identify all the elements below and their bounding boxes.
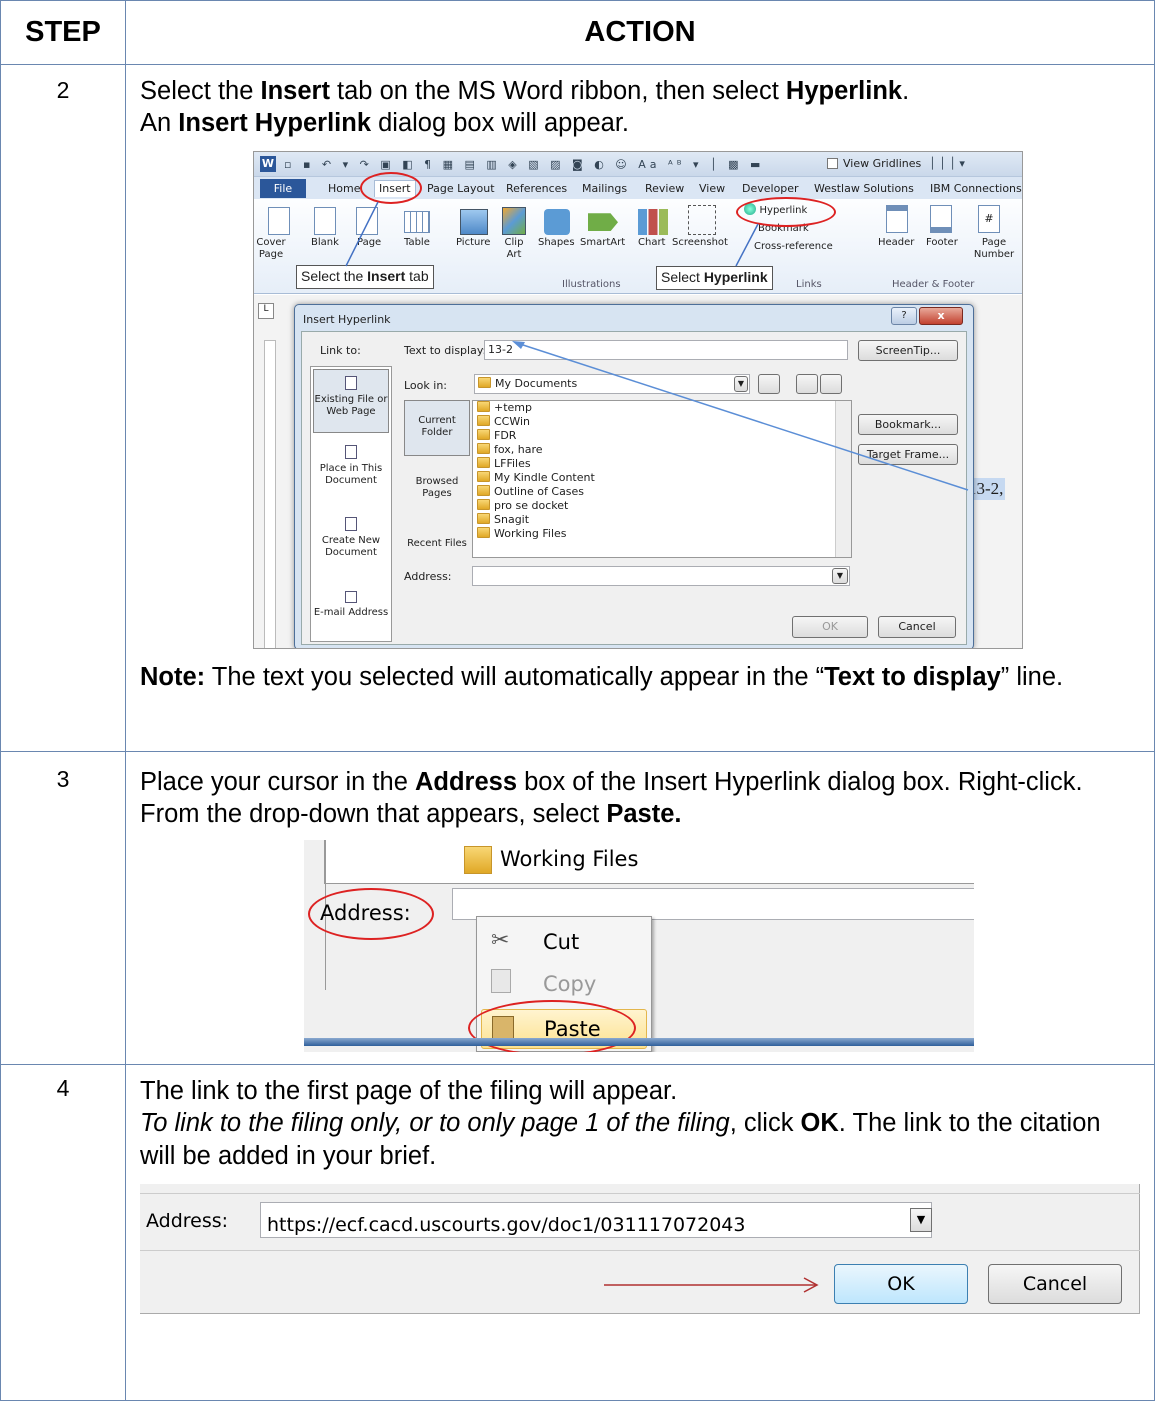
cancel-button[interactable]: Cancel xyxy=(988,1263,1122,1304)
instruction-table: STEP ACTION 2 Select the Insert tab on t… xyxy=(0,0,1155,1401)
header-step: STEP xyxy=(0,0,126,65)
dialog-bottom-bar xyxy=(304,1038,974,1047)
step-4-action: The link to the first page of the filing… xyxy=(125,1064,1155,1401)
step-number: 3 xyxy=(0,750,126,1066)
folder-icon xyxy=(464,846,492,875)
step-4-instruction: The link to the first page of the filing… xyxy=(140,1077,1101,1170)
menu-item-copy[interactable]: Copy xyxy=(477,965,651,1001)
menu-label-copy: Copy xyxy=(543,972,597,997)
step-number: 2 xyxy=(0,64,126,752)
file-list-fragment xyxy=(324,840,974,885)
address-highlight xyxy=(308,888,434,941)
scissors-icon: ✂ xyxy=(491,928,510,954)
header-action: ACTION xyxy=(125,0,1155,65)
table-row-step-4: 4 The link to the first page of the fili… xyxy=(0,1064,1155,1401)
step-number: 4 xyxy=(0,1064,126,1401)
step-2-action: Select the Insert tab on the MS Word rib… xyxy=(125,64,1155,752)
menu-label-cut: Cut xyxy=(543,930,580,955)
step-2-instruction: Select the Insert tab on the MS Word rib… xyxy=(140,77,910,138)
step-2-note: Note: The text you selected will automat… xyxy=(140,663,1064,692)
step-3-action: Place your cursor in the Address box of … xyxy=(125,750,1155,1066)
menu-item-cut[interactable]: ✂ Cut xyxy=(477,923,651,959)
address-filled-screenshot: Address: https://ecf.cacd.uscourts.gov/d… xyxy=(140,1183,1140,1314)
table-row-step-2: 2 Select the Insert tab on the MS Word r… xyxy=(0,64,1155,752)
table-header-row: STEP ACTION xyxy=(0,0,1155,65)
selection-arrow xyxy=(512,341,969,491)
copy-icon xyxy=(491,969,511,994)
ok-button[interactable]: OK xyxy=(834,1263,968,1304)
table-row-step-3: 3 Place your cursor in the Address box o… xyxy=(0,750,1155,1066)
step-3-instruction: Place your cursor in the Address box of … xyxy=(140,768,1083,829)
context-menu-screenshot: Working Files Address: ✂ Cut Copy Paste xyxy=(304,840,974,1053)
working-files-label: Working Files xyxy=(500,847,639,872)
word-screenshot: W ▫ ▪ ↶ ▾ ↷ ▣ ◧ ¶ ▦ ▤ ▥ ◈ ▧ ▨ ◙ ◐ ☺ Aa ᴬ… xyxy=(253,151,1023,650)
